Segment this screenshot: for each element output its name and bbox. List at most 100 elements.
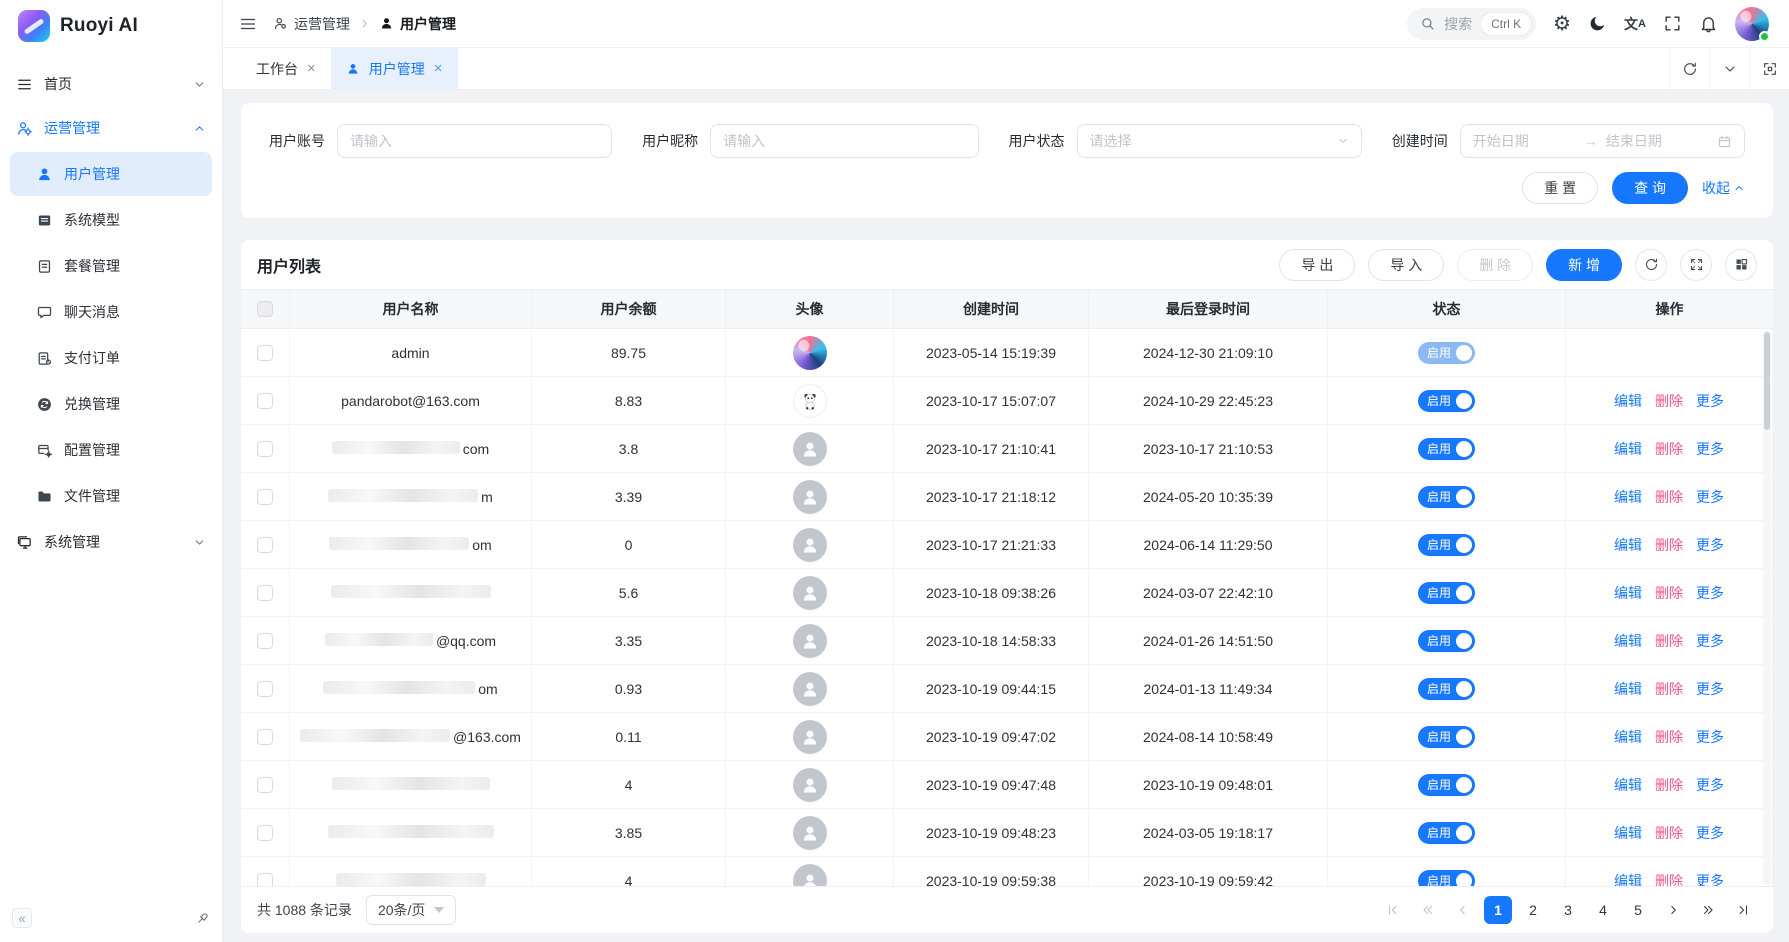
user-avatar[interactable] xyxy=(1735,7,1769,41)
row-checkbox[interactable] xyxy=(257,777,273,793)
previous-page-button[interactable] xyxy=(1449,896,1477,924)
sidebar-item-system-model[interactable]: 系统模型 xyxy=(10,198,212,242)
sidebar-item-config-management[interactable]: 配置管理 xyxy=(10,428,212,472)
sidebar-item-exchange-management[interactable]: 兑换管理 xyxy=(10,382,212,426)
delete-link[interactable]: 删除 xyxy=(1655,439,1683,459)
row-checkbox[interactable] xyxy=(257,729,273,745)
edit-link[interactable]: 编辑 xyxy=(1614,631,1642,651)
sidebar-item-chat-messages[interactable]: 聊天消息 xyxy=(10,290,212,334)
sidebar-item-package-management[interactable]: 套餐管理 xyxy=(10,244,212,288)
delete-link[interactable]: 删除 xyxy=(1655,727,1683,747)
more-link[interactable]: 更多 xyxy=(1696,823,1724,843)
scrollbar-thumb[interactable] xyxy=(1764,332,1770,430)
more-link[interactable]: 更多 xyxy=(1696,871,1724,887)
query-button[interactable]: 查 询 xyxy=(1612,172,1688,204)
jump-forward-button[interactable] xyxy=(1694,896,1722,924)
vertical-scrollbar[interactable] xyxy=(1763,330,1771,885)
status-toggle[interactable]: 启用 xyxy=(1418,534,1475,556)
jump-back-button[interactable] xyxy=(1414,896,1442,924)
more-link[interactable]: 更多 xyxy=(1696,775,1724,795)
sidebar-item-payment-orders[interactable]: 支付订单 xyxy=(10,336,212,380)
user-status-select[interactable]: 请选择 xyxy=(1077,124,1362,158)
menu-toggle-icon[interactable] xyxy=(239,15,257,33)
page-button-2[interactable]: 2 xyxy=(1519,896,1547,924)
edit-link[interactable]: 编辑 xyxy=(1614,487,1642,507)
chevron-down-icon[interactable] xyxy=(1709,48,1749,89)
more-link[interactable]: 更多 xyxy=(1696,631,1724,651)
page-size-select[interactable]: 20条/页 xyxy=(366,895,456,925)
row-checkbox[interactable] xyxy=(257,681,273,697)
next-page-button[interactable] xyxy=(1659,896,1687,924)
delete-link[interactable]: 删除 xyxy=(1655,631,1683,651)
user-account-input[interactable] xyxy=(337,124,612,158)
status-toggle[interactable]: 启用 xyxy=(1418,822,1475,844)
more-link[interactable]: 更多 xyxy=(1696,727,1724,747)
status-toggle[interactable]: 启用 xyxy=(1418,726,1475,748)
edit-link[interactable]: 编辑 xyxy=(1614,727,1642,747)
edit-link[interactable]: 编辑 xyxy=(1614,583,1642,603)
delete-link[interactable]: 删除 xyxy=(1655,487,1683,507)
edit-link[interactable]: 编辑 xyxy=(1614,823,1642,843)
status-toggle[interactable]: 启用 xyxy=(1418,630,1475,652)
language-icon[interactable]: 文A xyxy=(1624,14,1646,34)
settings-icon[interactable]: ⚙ xyxy=(1553,14,1571,34)
row-checkbox[interactable] xyxy=(257,393,273,409)
select-all-checkbox[interactable] xyxy=(257,301,273,317)
sidebar-collapse-button[interactable]: « xyxy=(12,908,32,928)
page-button-3[interactable]: 3 xyxy=(1554,896,1582,924)
breadcrumb-parent[interactable]: 运营管理 xyxy=(273,14,350,34)
page-button-1[interactable]: 1 xyxy=(1484,896,1512,924)
last-page-button[interactable] xyxy=(1729,896,1757,924)
sidebar-item-home[interactable]: 首页 xyxy=(0,62,222,106)
status-toggle[interactable]: 启用 xyxy=(1418,774,1475,796)
status-toggle[interactable]: 启用 xyxy=(1418,870,1475,887)
first-page-button[interactable] xyxy=(1379,896,1407,924)
status-toggle[interactable]: 启用 xyxy=(1418,582,1475,604)
user-nickname-input[interactable] xyxy=(710,124,978,158)
column-settings-icon[interactable] xyxy=(1725,249,1757,281)
add-button[interactable]: 新 增 xyxy=(1546,249,1622,281)
delete-button[interactable]: 删 除 xyxy=(1457,249,1533,281)
edit-link[interactable]: 编辑 xyxy=(1614,535,1642,555)
page-button-5[interactable]: 5 xyxy=(1624,896,1652,924)
row-checkbox[interactable] xyxy=(257,873,273,887)
row-checkbox[interactable] xyxy=(257,345,273,361)
more-link[interactable]: 更多 xyxy=(1696,391,1724,411)
content-fullscreen-icon[interactable] xyxy=(1749,48,1789,89)
close-icon[interactable] xyxy=(307,61,316,76)
sidebar-item-system-management[interactable]: 系统管理 xyxy=(0,520,222,564)
more-link[interactable]: 更多 xyxy=(1696,583,1724,603)
edit-link[interactable]: 编辑 xyxy=(1614,871,1642,887)
row-checkbox[interactable] xyxy=(257,633,273,649)
table-fullscreen-icon[interactable] xyxy=(1680,249,1712,281)
collapse-filters-link[interactable]: 收起 xyxy=(1702,178,1745,198)
delete-link[interactable]: 删除 xyxy=(1655,391,1683,411)
edit-link[interactable]: 编辑 xyxy=(1614,775,1642,795)
row-checkbox[interactable] xyxy=(257,825,273,841)
more-link[interactable]: 更多 xyxy=(1696,679,1724,699)
page-button-4[interactable]: 4 xyxy=(1589,896,1617,924)
edit-link[interactable]: 编辑 xyxy=(1614,391,1642,411)
more-link[interactable]: 更多 xyxy=(1696,439,1724,459)
delete-link[interactable]: 删除 xyxy=(1655,679,1683,699)
notifications-icon[interactable] xyxy=(1699,14,1718,33)
edit-link[interactable]: 编辑 xyxy=(1614,679,1642,699)
status-toggle[interactable]: 启用 xyxy=(1418,486,1475,508)
fullscreen-icon[interactable] xyxy=(1663,14,1682,33)
status-toggle[interactable]: 启用 xyxy=(1418,438,1475,460)
reset-button[interactable]: 重 置 xyxy=(1522,172,1598,204)
status-toggle[interactable]: 启用 xyxy=(1418,390,1475,412)
delete-link[interactable]: 删除 xyxy=(1655,583,1683,603)
date-range-picker[interactable]: 开始日期 → 结束日期 xyxy=(1460,124,1745,158)
sidebar-item-user-management[interactable]: 用户管理 xyxy=(10,152,212,196)
close-icon[interactable] xyxy=(434,61,443,76)
sidebar-item-operations[interactable]: 运营管理 xyxy=(0,106,222,150)
row-checkbox[interactable] xyxy=(257,585,273,601)
import-button[interactable]: 导 入 xyxy=(1368,249,1444,281)
refresh-icon[interactable] xyxy=(1669,48,1709,89)
dark-mode-icon[interactable] xyxy=(1588,14,1607,33)
delete-link[interactable]: 删除 xyxy=(1655,871,1683,887)
sidebar-item-file-management[interactable]: 文件管理 xyxy=(10,474,212,518)
row-checkbox[interactable] xyxy=(257,537,273,553)
row-checkbox[interactable] xyxy=(257,489,273,505)
